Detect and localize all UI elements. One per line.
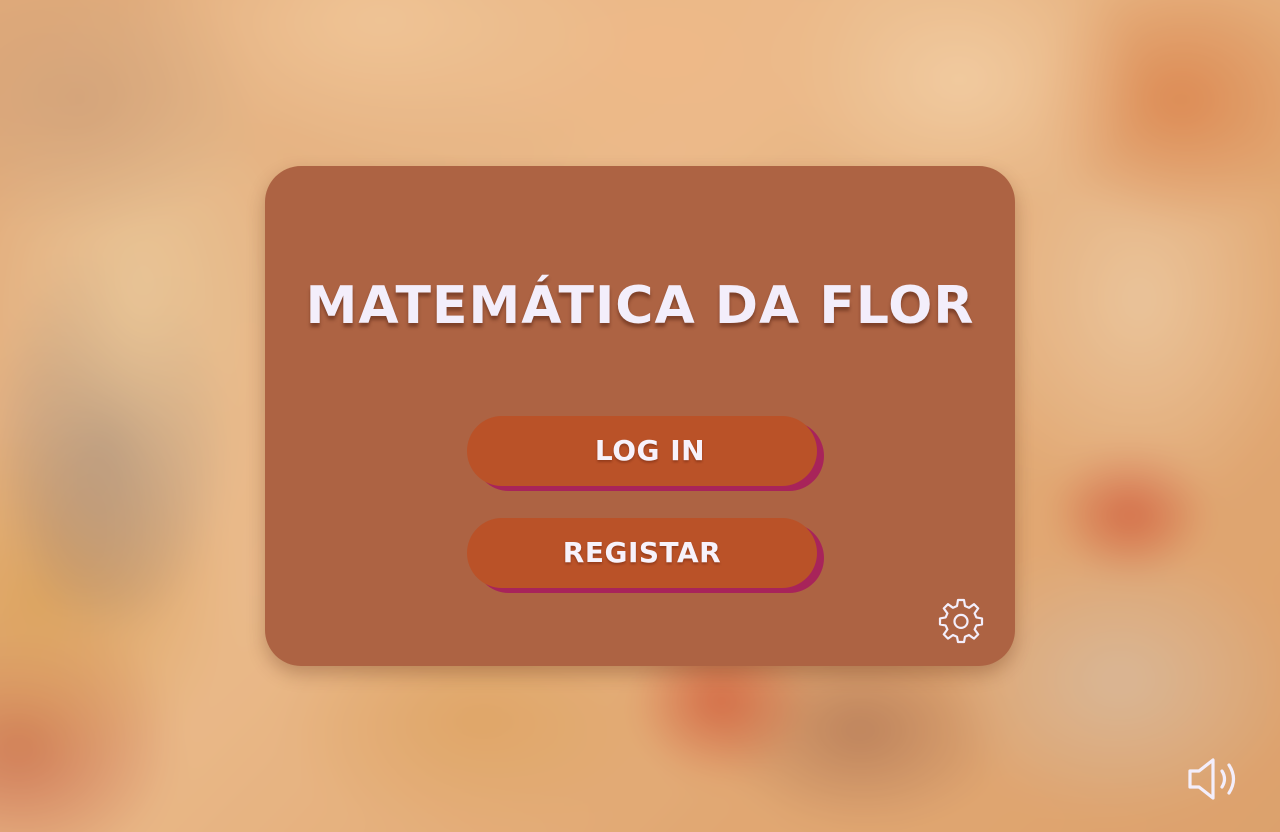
game-screen: MATEMÁTICA DA FLOR LOG IN REGISTAR [0,0,1280,832]
sound-toggle-button[interactable] [1186,756,1248,802]
register-button[interactable]: REGISTAR [467,518,817,588]
gear-icon [938,598,984,644]
speaker-volume-icon [1188,758,1236,800]
login-button-label: LOG IN [594,434,706,467]
login-button[interactable]: LOG IN [467,416,817,486]
settings-button[interactable] [938,598,984,644]
game-title: MATEMÁTICA DA FLOR [305,276,975,336]
register-button-label: REGISTAR [562,536,722,569]
